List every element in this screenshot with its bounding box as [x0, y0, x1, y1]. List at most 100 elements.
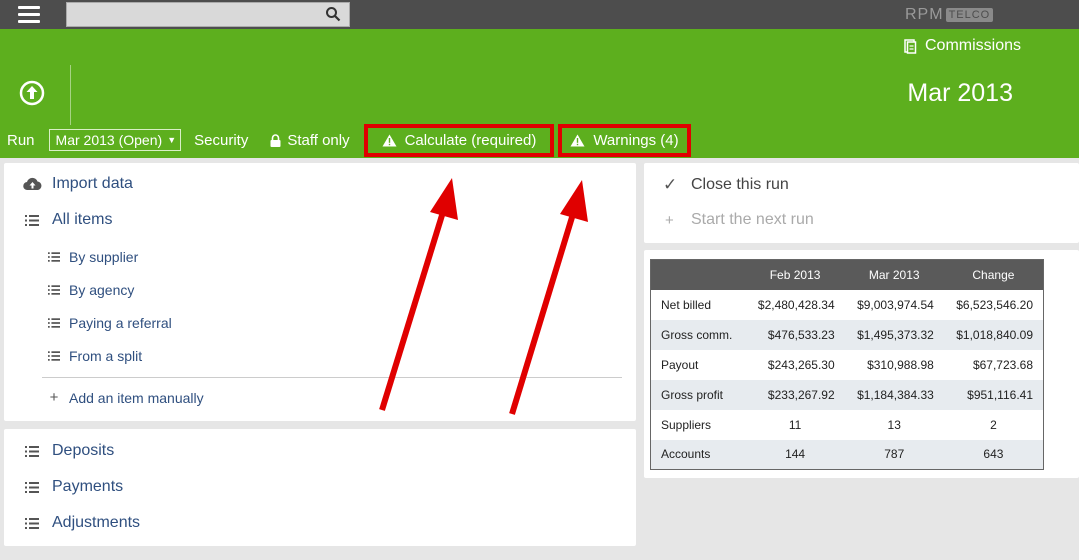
- list-icon: [48, 351, 60, 361]
- row-label: Payout: [661, 357, 699, 372]
- security-link[interactable]: Security: [194, 132, 248, 149]
- table-row: Gross profit $233,267.92 $1,184,384.33 $…: [650, 379, 1044, 410]
- warning-icon: [570, 134, 585, 146]
- add-item-label: Add an item manually: [69, 389, 204, 406]
- table-header-row: Feb 2013 Mar 2013 Change: [650, 259, 1044, 290]
- cloud-upload-icon: [22, 177, 42, 191]
- check-icon: ✓: [663, 175, 678, 194]
- commissions-link[interactable]: Commissions: [904, 37, 1021, 55]
- lock-icon: [270, 133, 281, 147]
- table-cell: $6,523,546.20: [956, 297, 1033, 312]
- adjustments-label: Adjustments: [52, 514, 141, 531]
- calculate-button[interactable]: Calculate (required): [363, 123, 555, 157]
- warning-icon: [382, 134, 397, 146]
- brand-main: RPM: [905, 5, 944, 23]
- table-cell: $310,988.98: [867, 357, 934, 372]
- table-cell: 643: [943, 439, 1044, 470]
- table-cell: 787: [844, 439, 944, 470]
- payments-label: Payments: [52, 478, 124, 495]
- divider: [42, 377, 622, 378]
- column-header: Feb 2013: [745, 259, 845, 290]
- plus-icon: +: [49, 389, 59, 406]
- upload-icon[interactable]: [19, 80, 45, 106]
- payments-link[interactable]: Payments: [22, 478, 123, 496]
- staff-only-label: Staff only: [287, 131, 350, 149]
- search-input[interactable]: [66, 2, 350, 27]
- import-data-link[interactable]: Import data: [22, 175, 133, 193]
- run-label: Run: [7, 131, 35, 149]
- header-divider: [70, 65, 71, 125]
- row-label: Gross profit: [650, 379, 746, 410]
- row-label: Accounts: [650, 439, 746, 470]
- run-toolbar: Run Mar 2013 (Open) ▼ Security Staff onl…: [0, 123, 691, 157]
- table-row: Accounts 144 787 643: [650, 439, 1044, 470]
- table-cell: 11: [788, 417, 802, 432]
- sub-item-by-agency[interactable]: By agency: [48, 282, 134, 298]
- table-row: Gross comm. $476,533.23 $1,495,373.32 $1…: [650, 319, 1044, 350]
- all-items-link[interactable]: All items: [22, 211, 112, 229]
- table-cell: $1,184,384.33: [844, 379, 944, 410]
- warnings-button[interactable]: Warnings (4): [558, 123, 691, 157]
- module-header: Commissions Mar 2013 Run Mar 2013 (Open)…: [0, 29, 1079, 158]
- table-cell: $243,265.30: [767, 357, 835, 372]
- table-cell: $2,480,428.34: [757, 297, 835, 312]
- table-row: Net billed $2,480,428.34 $9,003,974.54 $…: [651, 290, 1044, 320]
- list-icon: [48, 318, 60, 328]
- table-cell: 2: [990, 417, 997, 432]
- deposits-link[interactable]: Deposits: [22, 442, 114, 460]
- table-cell: $233,267.92: [745, 379, 845, 410]
- table-cell: $9,003,974.54: [857, 297, 934, 312]
- sub-item-paying-referral[interactable]: Paying a referral: [48, 315, 172, 331]
- deposits-label: Deposits: [52, 442, 115, 459]
- page-title: Mar 2013: [907, 79, 1013, 107]
- list-icon: [48, 252, 60, 262]
- sub-item-label: Paying a referral: [69, 315, 172, 331]
- row-label: Suppliers: [661, 417, 712, 432]
- table-cell: $1,018,840.09: [943, 319, 1044, 350]
- top-bar: RPM TELCO: [0, 0, 1079, 29]
- list-icon: [22, 517, 42, 529]
- all-items-label: All items: [52, 211, 113, 228]
- close-run-link[interactable]: ✓ Close this run: [663, 175, 789, 195]
- table-cell: $476,533.23: [745, 319, 845, 350]
- column-header: Mar 2013: [844, 259, 944, 290]
- brand-sub: TELCO: [945, 7, 994, 22]
- list-icon: [22, 445, 42, 457]
- adjustments-link[interactable]: Adjustments: [22, 514, 140, 532]
- plus-icon: +: [665, 211, 674, 229]
- row-label: Gross comm.: [650, 319, 746, 350]
- run-select[interactable]: Mar 2013 (Open) ▼: [48, 129, 182, 151]
- row-label: Net billed: [661, 297, 712, 312]
- table-cell: $1,495,373.32: [844, 319, 944, 350]
- summary-table: Feb 2013 Mar 2013 Change Net billed $2,4…: [650, 259, 1044, 470]
- table-cell: 13: [887, 417, 901, 432]
- import-data-label: Import data: [52, 175, 133, 192]
- sub-item-label: By agency: [69, 282, 135, 298]
- menu-icon[interactable]: [18, 6, 40, 23]
- sub-item-by-supplier[interactable]: By supplier: [48, 249, 138, 265]
- list-icon: [48, 285, 60, 295]
- close-run-label: Close this run: [691, 176, 789, 193]
- chevron-down-icon: ▼: [167, 135, 177, 145]
- sub-item-label: By supplier: [69, 249, 139, 265]
- column-header: Change: [943, 259, 1044, 290]
- next-run-label: Start the next run: [691, 211, 814, 228]
- add-item-link[interactable]: + Add an item manually: [48, 389, 204, 406]
- warnings-label: Warnings (4): [593, 131, 679, 149]
- table-row: Payout $243,265.30 $310,988.98 $67,723.6…: [651, 350, 1044, 380]
- table-cell: $67,723.68: [972, 357, 1033, 372]
- run-select-value: Mar 2013 (Open): [55, 132, 163, 148]
- calculate-label: Calculate (required): [404, 131, 537, 149]
- table-cell: 144: [745, 439, 845, 470]
- sub-item-from-split[interactable]: From a split: [48, 348, 142, 364]
- search-icon[interactable]: [325, 6, 341, 22]
- commissions-label: Commissions: [924, 37, 1021, 54]
- next-run-link: + Start the next run: [665, 211, 814, 229]
- sub-item-label: From a split: [69, 348, 143, 364]
- table-cell: $951,116.41: [943, 379, 1044, 410]
- list-icon: [22, 481, 42, 493]
- brand-logo: RPM TELCO: [905, 5, 994, 23]
- commissions-icon: [904, 38, 917, 54]
- table-row: Suppliers 11 13 2: [651, 410, 1044, 440]
- staff-only-link[interactable]: Staff only: [270, 131, 350, 149]
